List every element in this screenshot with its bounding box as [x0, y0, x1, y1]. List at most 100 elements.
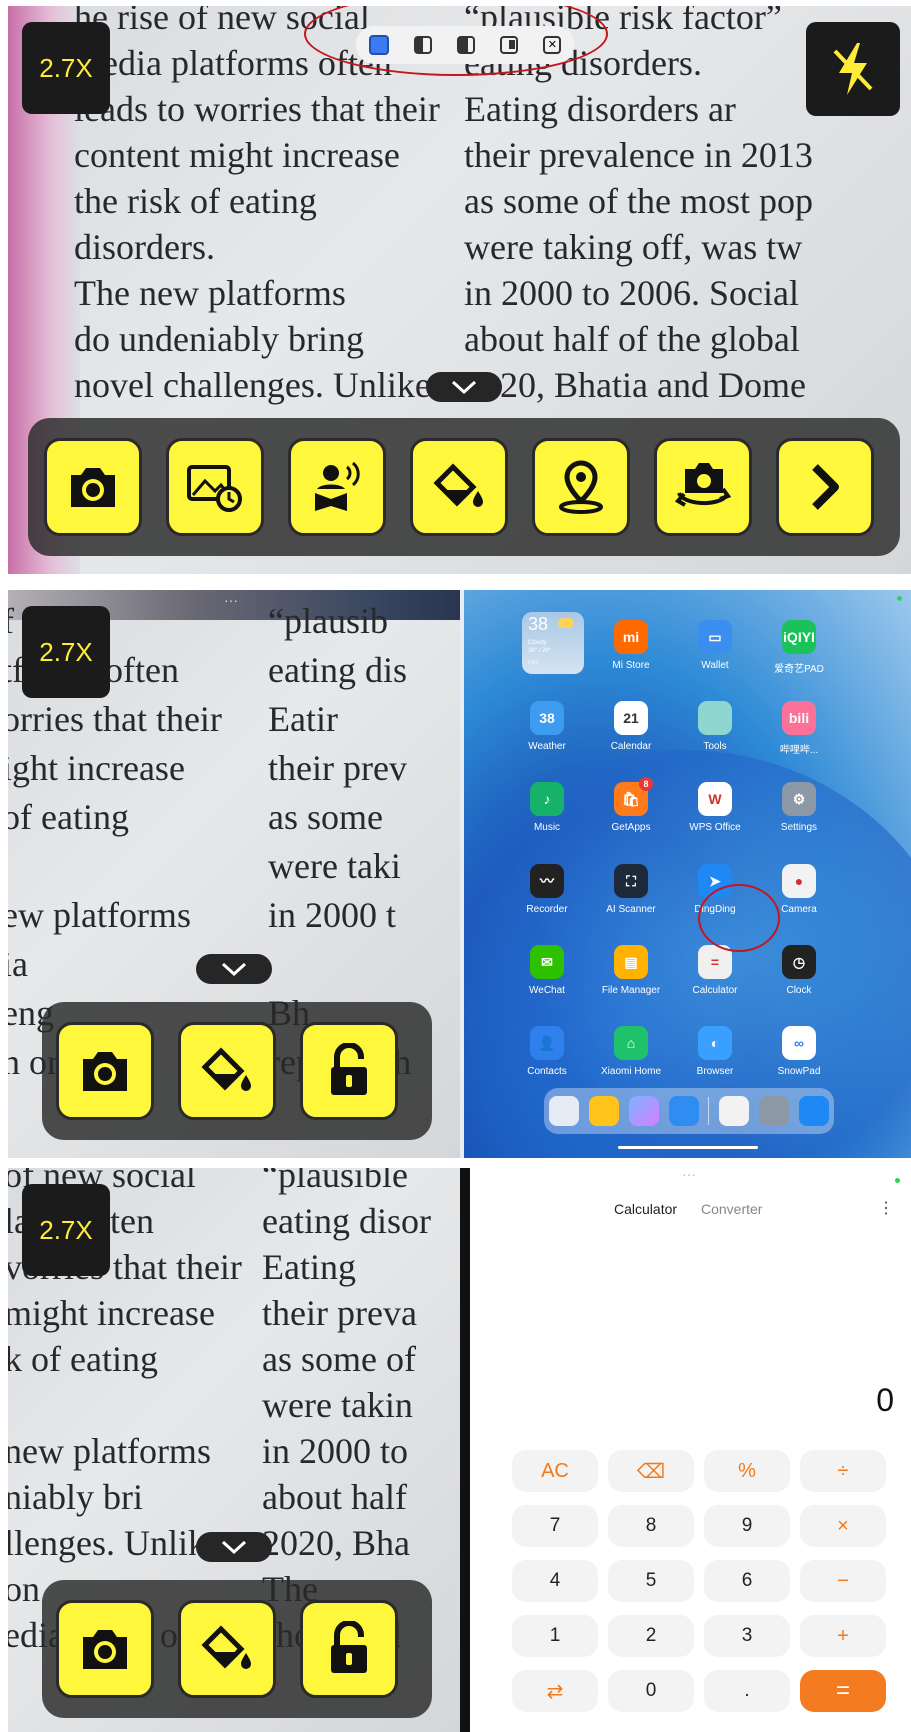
app-label: Recorder: [526, 904, 568, 915]
page-text-line: llenges. Unlike: [8, 1523, 222, 1563]
page-text-line: their prev: [268, 748, 407, 788]
digit-9-key[interactable]: 9: [704, 1505, 790, 1547]
app-wechat[interactable]: ✉ WeChat: [500, 945, 594, 1023]
calculator-dock-icon[interactable]: [719, 1096, 750, 1126]
gallery-icon[interactable]: [628, 1096, 659, 1126]
drag-handle-icon[interactable]: ···: [224, 592, 238, 608]
minus-key[interactable]: −: [800, 1560, 886, 1602]
tab-calculator[interactable]: Calculator: [614, 1201, 677, 1217]
clear-key[interactable]: AC: [512, 1450, 598, 1492]
color-fill-button[interactable]: [178, 1600, 276, 1698]
percent-key[interactable]: %: [704, 1450, 790, 1492]
page-text-line: their preva: [262, 1293, 417, 1333]
next-chevron-button[interactable]: [776, 438, 874, 536]
read-aloud-button[interactable]: [288, 438, 386, 536]
page-text-line: Eatir: [268, 699, 338, 739]
page-text-line: on: [8, 1569, 40, 1609]
app-music[interactable]: ♪ Music: [500, 782, 594, 860]
switch-camera-button[interactable]: [654, 438, 752, 536]
scientific-toggle-key[interactable]: ⇄: [512, 1670, 598, 1712]
color-fill-button[interactable]: [178, 1022, 276, 1120]
page-text-line: were taking off, was tw: [464, 227, 803, 267]
app-file-manager[interactable]: ▤ File Manager: [584, 945, 678, 1023]
mail-icon[interactable]: [668, 1096, 699, 1126]
unlock-button[interactable]: [300, 1600, 398, 1698]
backspace-key[interactable]: ⌫: [608, 1450, 694, 1492]
digit-8-key[interactable]: 8: [608, 1505, 694, 1547]
app-settings[interactable]: ⚙ Settings: [752, 782, 846, 860]
digit-6-key[interactable]: 6: [704, 1560, 790, 1602]
app-label: Xiaomi Home: [600, 1066, 662, 1077]
collapse-toolbar-button[interactable]: [196, 954, 272, 984]
app-ai-scanner[interactable]: ⛶ AI Scanner: [584, 864, 678, 942]
app-mi-store[interactable]: mi Mi Store: [584, 620, 678, 698]
more-menu-icon[interactable]: ⋮: [878, 1198, 894, 1218]
app-calculator[interactable]: = Calculator: [668, 945, 762, 1023]
app-[interactable]: bili 哔哩哔...: [752, 701, 846, 779]
page-text-line: in 2000 to: [262, 1431, 409, 1471]
digit-5-key[interactable]: 5: [608, 1560, 694, 1602]
page-text-line: as some of the most pop: [464, 181, 813, 221]
tab-converter[interactable]: Converter: [701, 1201, 762, 1217]
weather-range: 38° / 29°: [528, 648, 552, 654]
camera-icon: [77, 1047, 133, 1095]
magnifier-split-panel-2: f socialtforms oftenorries that theirigh…: [8, 590, 911, 1158]
app-icon: ∞: [782, 1026, 816, 1060]
collapse-toolbar-button[interactable]: [196, 1532, 272, 1562]
settings-dock-icon[interactable]: [759, 1096, 790, 1126]
page-text-line: about half of the global: [464, 319, 800, 359]
app-calendar[interactable]: 21 Calendar: [584, 701, 678, 779]
app-wallet[interactable]: ▭ Wallet: [668, 620, 762, 698]
decimal-key[interactable]: .: [704, 1670, 790, 1712]
app-icon: 〰: [530, 864, 564, 898]
app-pad[interactable]: iQIYI 爱奇艺PAD: [752, 620, 846, 698]
color-fill-icon: [431, 461, 487, 513]
equals-key[interactable]: =: [800, 1670, 886, 1712]
page-text-line: as some: [268, 797, 383, 837]
page-text-line: their prevalence in 2013: [464, 135, 813, 175]
gallery-history-button[interactable]: [166, 438, 264, 536]
recent-apps-icon[interactable]: [548, 1096, 579, 1126]
split-divider[interactable]: [460, 1168, 470, 1732]
digit-7-key[interactable]: 7: [512, 1505, 598, 1547]
digit-2-key[interactable]: 2: [608, 1615, 694, 1657]
app-icon: [698, 701, 732, 735]
dingding-dock-icon[interactable]: [799, 1096, 830, 1126]
flash-toggle-button[interactable]: [806, 22, 900, 116]
page-text-line: niably bri: [8, 1477, 143, 1517]
zoom-level-badge[interactable]: 2.7X: [22, 1184, 110, 1276]
calculator-app: ··· Calculator Converter ⋮ 0 AC ⌫% ÷ 7 8 9 × 4 5…: [470, 1168, 911, 1732]
app-recorder[interactable]: 〰 Recorder: [500, 864, 594, 942]
multiply-key[interactable]: ×: [800, 1505, 886, 1547]
camera-button[interactable]: [56, 1600, 154, 1698]
digit-0-key[interactable]: 0: [608, 1670, 694, 1712]
app-wps-office[interactable]: W WPS Office: [668, 782, 762, 860]
app-tools[interactable]: Tools: [668, 701, 762, 779]
app-icon: ⛶: [614, 864, 648, 898]
zoom-level-badge[interactable]: 2.7X: [22, 22, 110, 114]
app-icon: ✉: [530, 945, 564, 979]
weather-widget[interactable]: 38 Cloudy 38° / 29° PM2: [522, 612, 584, 674]
plus-key[interactable]: +: [800, 1615, 886, 1657]
page-text-line: Eating disorders ar: [464, 89, 736, 129]
zoom-level-badge[interactable]: 2.7X: [22, 606, 110, 698]
divide-key[interactable]: ÷: [800, 1450, 886, 1492]
collapse-toolbar-button[interactable]: [426, 372, 502, 402]
digit-1-key[interactable]: 1: [512, 1615, 598, 1657]
app-label: AI Scanner: [606, 904, 656, 915]
notes-icon[interactable]: [588, 1096, 619, 1126]
location-button[interactable]: [532, 438, 630, 536]
app-label: Browser: [696, 1066, 734, 1077]
app-label: 哔哩哔...: [779, 745, 819, 756]
camera-button[interactable]: [56, 1022, 154, 1120]
app-weather[interactable]: 38 Weather: [500, 701, 594, 779]
home-indicator[interactable]: [618, 1146, 758, 1149]
unlock-button[interactable]: [300, 1022, 398, 1120]
app-clock[interactable]: ◷ Clock: [752, 945, 846, 1023]
digit-4-key[interactable]: 4: [512, 1560, 598, 1602]
drag-handle-icon[interactable]: ···: [682, 1168, 696, 1182]
color-fill-button[interactable]: [410, 438, 508, 536]
app-getapps[interactable]: 🛍 8 GetApps: [584, 777, 678, 860]
camera-button[interactable]: [44, 438, 142, 536]
digit-3-key[interactable]: 3: [704, 1615, 790, 1657]
